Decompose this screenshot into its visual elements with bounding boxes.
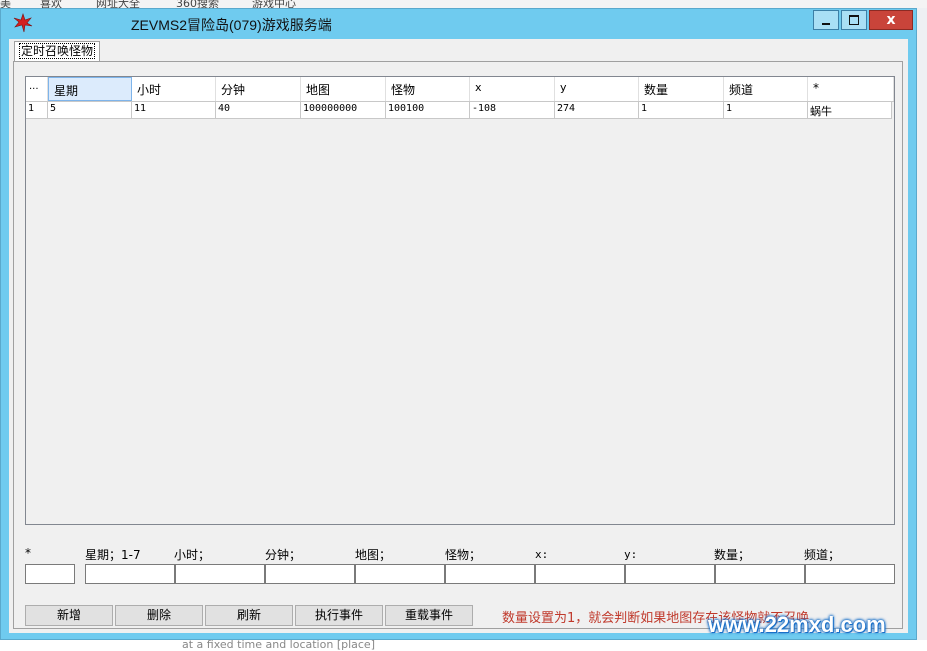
- x-field[interactable]: [535, 564, 625, 584]
- maximize-icon: [849, 15, 859, 25]
- bg-toolbar-item: 360搜索: [176, 0, 219, 8]
- label-minute: 分钟；: [265, 548, 302, 562]
- background-bottom-strip: at a fixed time and location [place]: [0, 638, 927, 651]
- app-window: ZEVMS2冒险岛(079)游戏服务端 x 定时召唤怪物 ... 星期 小时 分…: [0, 8, 917, 640]
- label-star: *: [25, 546, 31, 560]
- table-cell-count[interactable]: 1: [639, 102, 724, 118]
- label-x: x:: [535, 548, 549, 561]
- reload-event-button[interactable]: 重载事件: [385, 605, 473, 626]
- execute-event-button[interactable]: 执行事件: [295, 605, 383, 626]
- maple-leaf-icon: [13, 13, 33, 33]
- column-header-count[interactable]: 数量: [639, 77, 724, 101]
- grid-header-row: ... 星期 小时 分钟 地图 怪物 x y 数量 频道 *: [26, 77, 894, 102]
- table-cell-channel[interactable]: 1: [724, 102, 808, 118]
- table-cell-rowmarker[interactable]: 1: [26, 102, 48, 118]
- table-cell-map[interactable]: 100000000: [301, 102, 386, 118]
- maximize-button[interactable]: [841, 10, 867, 30]
- event-grid[interactable]: ... 星期 小时 分钟 地图 怪物 x y 数量 频道 * 1 5 11 40: [25, 76, 895, 525]
- background-browser-toolbar: 美 喜欢 网址大全 360搜索 游戏中心: [0, 0, 927, 8]
- label-monster: 怪物；: [445, 548, 482, 562]
- map-field[interactable]: [355, 564, 445, 584]
- column-header-rowmarker[interactable]: ...: [26, 77, 48, 101]
- count-field[interactable]: [715, 564, 805, 584]
- column-header-hour[interactable]: 小时: [132, 77, 216, 101]
- background-window-edge: [917, 8, 927, 650]
- column-header-minute[interactable]: 分钟: [216, 77, 301, 101]
- client-area: 定时召唤怪物 ... 星期 小时 分钟 地图 怪物 x y 数量 频道 * 1 …: [9, 39, 908, 633]
- minimize-button[interactable]: [813, 10, 839, 30]
- label-map: 地图；: [355, 548, 392, 562]
- table-cell-x[interactable]: -108: [470, 102, 555, 118]
- label-channel: 频道；: [804, 548, 841, 562]
- y-field[interactable]: [625, 564, 715, 584]
- column-header-y[interactable]: y: [555, 77, 639, 101]
- site-watermark: www.22mxd.com: [708, 612, 886, 637]
- minute-field[interactable]: [265, 564, 355, 584]
- table-cell-hour[interactable]: 11: [132, 102, 216, 118]
- label-weekday: 星期；1-7: [85, 548, 141, 562]
- monster-field[interactable]: [445, 564, 535, 584]
- window-title: ZEVMS2冒险岛(079)游戏服务端: [131, 17, 332, 33]
- weekday-field[interactable]: [85, 564, 175, 584]
- table-cell-name[interactable]: 蜗牛: [808, 102, 892, 118]
- star-field[interactable]: [25, 564, 75, 584]
- bg-toolbar-item: 美: [0, 0, 11, 8]
- column-header-channel[interactable]: 频道: [724, 77, 808, 101]
- title-bar[interactable]: ZEVMS2冒险岛(079)游戏服务端 x: [1, 9, 916, 39]
- add-button[interactable]: 新增: [25, 605, 113, 626]
- bg-toolbar-item: 喜欢: [40, 0, 62, 8]
- label-count: 数量；: [714, 548, 751, 562]
- label-y: y:: [624, 548, 638, 561]
- tab-scheduled-summon[interactable]: 定时召唤怪物: [14, 41, 101, 62]
- delete-button[interactable]: 删除: [115, 605, 203, 626]
- table-cell-minute[interactable]: 40: [216, 102, 301, 118]
- close-button[interactable]: x: [869, 10, 913, 30]
- hour-field[interactable]: [175, 564, 265, 584]
- label-hour: 小时；: [174, 548, 211, 562]
- column-header-weekday[interactable]: 星期: [48, 77, 132, 101]
- column-header-monster[interactable]: 怪物: [386, 77, 470, 101]
- column-header-name[interactable]: *: [808, 77, 894, 101]
- column-header-x[interactable]: x: [470, 77, 555, 101]
- table-cell-weekday[interactable]: 5: [48, 102, 132, 118]
- table-cell-monster[interactable]: 100100: [386, 102, 470, 118]
- table-row[interactable]: 1 5 11 40 100000000 100100 -108 274 1 1 …: [26, 102, 892, 119]
- refresh-button[interactable]: 刷新: [205, 605, 293, 626]
- bg-toolbar-item: 网址大全: [96, 0, 140, 8]
- minimize-icon: [822, 22, 830, 25]
- tab-panel: ... 星期 小时 分钟 地图 怪物 x y 数量 频道 * 1 5 11 40: [13, 61, 903, 629]
- column-header-map[interactable]: 地图: [301, 77, 386, 101]
- bg-toolbar-item: 游戏中心: [252, 0, 296, 8]
- channel-field[interactable]: [805, 564, 895, 584]
- table-cell-y[interactable]: 274: [555, 102, 639, 118]
- close-icon: x: [886, 12, 896, 28]
- tab-label: 定时召唤怪物: [19, 43, 96, 59]
